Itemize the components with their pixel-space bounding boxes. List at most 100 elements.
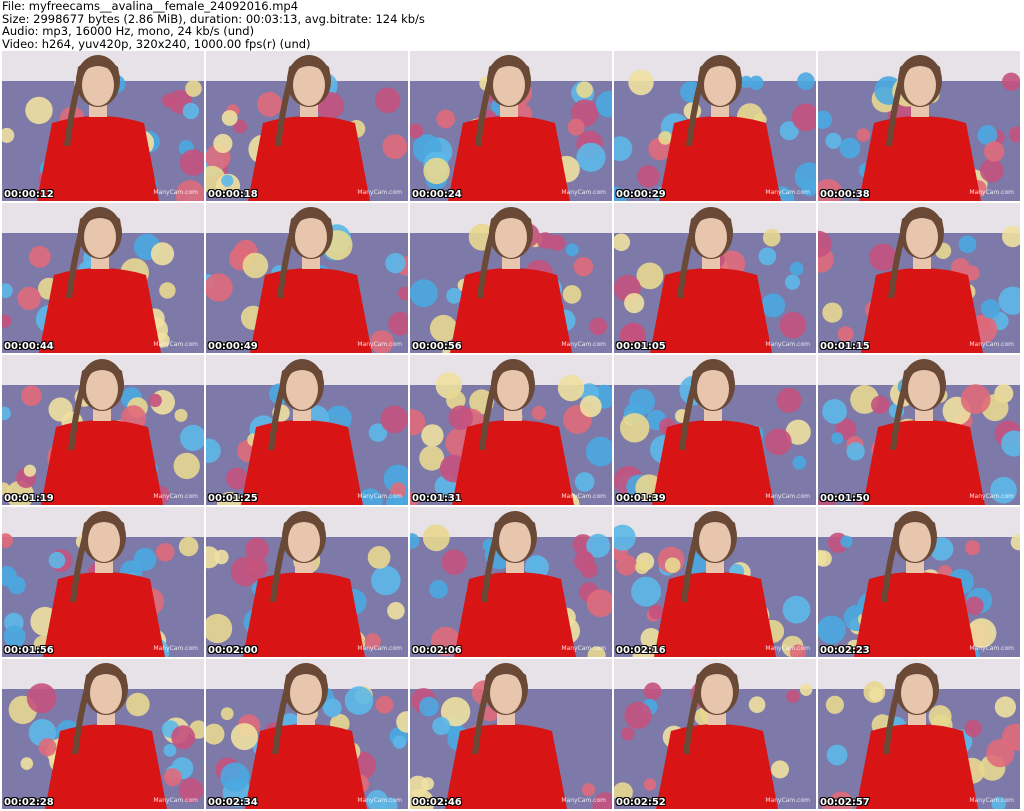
video-thumbnail: 00:01:05 ManyCam.com (614, 203, 816, 353)
file-info-header: File: myfreecams__avalina__female_240920… (2, 0, 425, 50)
video-thumbnail: 00:01:19 ManyCam.com (2, 355, 204, 505)
video-thumbnail: 00:00:56 ManyCam.com (410, 203, 612, 353)
video-thumbnail: 00:01:31 ManyCam.com (410, 355, 612, 505)
thumbnail-timestamp: 00:00:49 (208, 341, 258, 352)
thumbnail-frame (614, 355, 816, 505)
watermark-label: ManyCam.com (153, 797, 198, 804)
thumbnail-timestamp: 00:00:56 (412, 341, 462, 352)
thumbnail-timestamp: 00:01:05 (616, 341, 666, 352)
watermark-label: ManyCam.com (561, 341, 606, 348)
thumbnail-grid: 00:00:12 ManyCam.com 00:00:18 ManyCam.co… (2, 51, 1022, 809)
audio-info-line: Audio: mp3, 16000 Hz, mono, 24 kb/s (und… (2, 24, 255, 39)
thumbnail-frame (410, 507, 612, 657)
watermark-label: ManyCam.com (357, 341, 402, 348)
thumbnail-timestamp: 00:01:31 (412, 493, 462, 504)
thumbnail-timestamp: 00:00:38 (820, 189, 870, 200)
video-thumbnail: 00:01:39 ManyCam.com (614, 355, 816, 505)
thumbnail-frame (410, 659, 612, 809)
thumbnail-frame (818, 203, 1020, 353)
video-info-line: Video: h264, yuv420p, 320x240, 1000.00 f… (2, 36, 311, 51)
thumbnail-frame (818, 507, 1020, 657)
watermark-label: ManyCam.com (765, 341, 810, 348)
thumbnail-timestamp: 00:02:23 (820, 645, 870, 656)
watermark-label: ManyCam.com (357, 493, 402, 500)
file-name: File: myfreecams__avalina__female_240920… (2, 0, 299, 13)
video-thumbnail: 00:00:18 ManyCam.com (206, 51, 408, 201)
video-thumbnail: 00:02:00 ManyCam.com (206, 507, 408, 657)
watermark-label: ManyCam.com (561, 493, 606, 500)
thumbnail-timestamp: 00:02:34 (208, 797, 258, 808)
thumbnail-timestamp: 00:02:46 (412, 797, 462, 808)
thumbnail-timestamp: 00:00:29 (616, 189, 666, 200)
thumbnail-timestamp: 00:01:19 (4, 493, 54, 504)
video-thumbnail: 00:02:46 ManyCam.com (410, 659, 612, 809)
thumbnail-frame (818, 51, 1020, 201)
thumbnail-timestamp: 00:01:56 (4, 645, 54, 656)
thumbnail-frame (206, 507, 408, 657)
video-thumbnail: 00:02:34 ManyCam.com (206, 659, 408, 809)
thumbnail-timestamp: 00:02:52 (616, 797, 666, 808)
thumbnail-timestamp: 00:01:50 (820, 493, 870, 504)
thumbnail-timestamp: 00:02:16 (616, 645, 666, 656)
thumbnail-timestamp: 00:02:57 (820, 797, 870, 808)
thumbnail-frame (410, 355, 612, 505)
thumbnail-timestamp: 00:00:44 (4, 341, 54, 352)
watermark-label: ManyCam.com (153, 493, 198, 500)
video-thumbnail: 00:01:50 ManyCam.com (818, 355, 1020, 505)
thumbnail-frame (2, 203, 204, 353)
watermark-label: ManyCam.com (153, 341, 198, 348)
video-thumbnail: 00:02:23 ManyCam.com (818, 507, 1020, 657)
video-thumbnail: 00:00:24 ManyCam.com (410, 51, 612, 201)
watermark-label: ManyCam.com (969, 645, 1014, 652)
watermark-label: ManyCam.com (561, 189, 606, 196)
video-thumbnail: 00:00:12 ManyCam.com (2, 51, 204, 201)
watermark-label: ManyCam.com (969, 341, 1014, 348)
thumbnail-frame (2, 507, 204, 657)
thumbnail-frame (410, 51, 612, 201)
video-thumbnail: 00:02:06 ManyCam.com (410, 507, 612, 657)
video-thumbnail: 00:00:38 ManyCam.com (818, 51, 1020, 201)
video-thumbnail: 00:01:56 ManyCam.com (2, 507, 204, 657)
watermark-label: ManyCam.com (969, 189, 1014, 196)
thumbnail-timestamp: 00:01:25 (208, 493, 258, 504)
video-thumbnail: 00:00:44 ManyCam.com (2, 203, 204, 353)
thumbnail-timestamp: 00:02:28 (4, 797, 54, 808)
thumbnail-frame (614, 659, 816, 809)
thumbnail-timestamp: 00:00:24 (412, 189, 462, 200)
thumbnail-frame (410, 203, 612, 353)
thumbnail-frame (206, 355, 408, 505)
video-thumbnail: 00:00:49 ManyCam.com (206, 203, 408, 353)
video-thumbnail: 00:02:57 ManyCam.com (818, 659, 1020, 809)
watermark-label: ManyCam.com (357, 645, 402, 652)
thumbnail-frame (2, 355, 204, 505)
watermark-label: ManyCam.com (153, 645, 198, 652)
thumbnail-frame (2, 659, 204, 809)
thumbnail-frame (614, 507, 816, 657)
thumbnail-timestamp: 00:01:39 (616, 493, 666, 504)
video-thumbnail: 00:00:29 ManyCam.com (614, 51, 816, 201)
thumbnail-frame (614, 203, 816, 353)
watermark-label: ManyCam.com (357, 797, 402, 804)
video-thumbnail: 00:01:15 ManyCam.com (818, 203, 1020, 353)
thumbnail-timestamp: 00:02:06 (412, 645, 462, 656)
watermark-label: ManyCam.com (969, 493, 1014, 500)
thumbnail-frame (614, 51, 816, 201)
video-thumbnail: 00:01:25 ManyCam.com (206, 355, 408, 505)
watermark-label: ManyCam.com (561, 797, 606, 804)
thumbnail-timestamp: 00:01:15 (820, 341, 870, 352)
watermark-label: ManyCam.com (561, 645, 606, 652)
watermark-label: ManyCam.com (765, 797, 810, 804)
thumbnail-timestamp: 00:02:00 (208, 645, 258, 656)
watermark-label: ManyCam.com (969, 797, 1014, 804)
thumbnail-frame (818, 355, 1020, 505)
watermark-label: ManyCam.com (765, 189, 810, 196)
video-thumbnail: 00:02:52 ManyCam.com (614, 659, 816, 809)
thumbnail-frame (206, 51, 408, 201)
video-thumbnail: 00:02:28 ManyCam.com (2, 659, 204, 809)
watermark-label: ManyCam.com (357, 189, 402, 196)
thumbnail-frame (206, 203, 408, 353)
thumbnail-frame (2, 51, 204, 201)
thumbnail-timestamp: 00:00:18 (208, 189, 258, 200)
watermark-label: ManyCam.com (153, 189, 198, 196)
watermark-label: ManyCam.com (765, 645, 810, 652)
